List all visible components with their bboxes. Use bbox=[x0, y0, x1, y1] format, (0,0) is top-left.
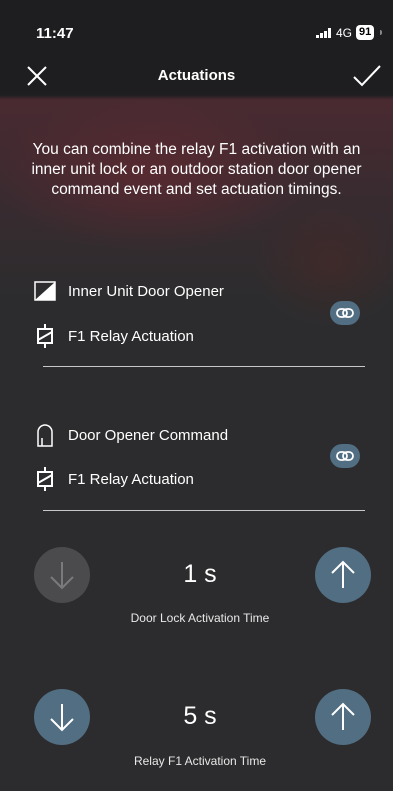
relay-time-label: Relay F1 Activation Time bbox=[133, 754, 267, 768]
page-title: Actuations bbox=[157, 67, 236, 84]
link-icon bbox=[336, 451, 354, 461]
relay-time-increase-button[interactable] bbox=[315, 689, 371, 745]
status-bar: 11:47 4G 91 bbox=[0, 0, 393, 50]
event-row-door-opener: Door Opener Command bbox=[34, 422, 228, 448]
action-row-relay: F1 Relay Actuation bbox=[34, 323, 194, 349]
event-label: Inner Unit Door Opener bbox=[68, 282, 224, 300]
background bbox=[0, 0, 393, 791]
relay-icon bbox=[34, 324, 56, 348]
battery-level: 91 bbox=[356, 25, 375, 40]
action-label: F1 Relay Actuation bbox=[68, 327, 194, 345]
door-lock-decrease-button[interactable] bbox=[34, 547, 90, 603]
door-lock-time-label: Door Lock Activation Time bbox=[130, 611, 270, 625]
outdoor-door-icon bbox=[34, 424, 56, 447]
link-icon bbox=[336, 308, 354, 318]
door-lock-increase-button[interactable] bbox=[315, 547, 371, 603]
relay-time-decrease-button[interactable] bbox=[34, 689, 90, 745]
door-lock-time-value: 1 s bbox=[183, 560, 217, 588]
link-button[interactable] bbox=[330, 301, 360, 325]
arrow-up-icon bbox=[331, 560, 355, 588]
battery-tip bbox=[380, 30, 382, 35]
confirm-icon[interactable] bbox=[352, 64, 382, 88]
action-label: F1 Relay Actuation bbox=[68, 470, 194, 488]
nav-bar: Actuations bbox=[0, 58, 393, 94]
event-label: Door Opener Command bbox=[68, 426, 229, 444]
arrow-down-icon bbox=[50, 562, 74, 590]
intro-text: You can combine the relay F1 activation … bbox=[31, 141, 362, 198]
network-type: 4G bbox=[336, 26, 353, 40]
signal-icon bbox=[316, 28, 331, 38]
link-button[interactable] bbox=[330, 444, 360, 468]
divider bbox=[43, 366, 365, 367]
arrow-up-icon bbox=[331, 702, 355, 730]
arrow-down-icon bbox=[50, 704, 74, 732]
relay-time-value: 5 s bbox=[183, 702, 217, 730]
event-row-inner-unit: Inner Unit Door Opener bbox=[34, 278, 224, 304]
relay-icon bbox=[34, 467, 56, 491]
action-row-relay: F1 Relay Actuation bbox=[34, 466, 194, 492]
inner-unit-door-icon bbox=[34, 280, 56, 302]
status-time: 11:47 bbox=[36, 25, 74, 42]
divider bbox=[43, 510, 365, 511]
